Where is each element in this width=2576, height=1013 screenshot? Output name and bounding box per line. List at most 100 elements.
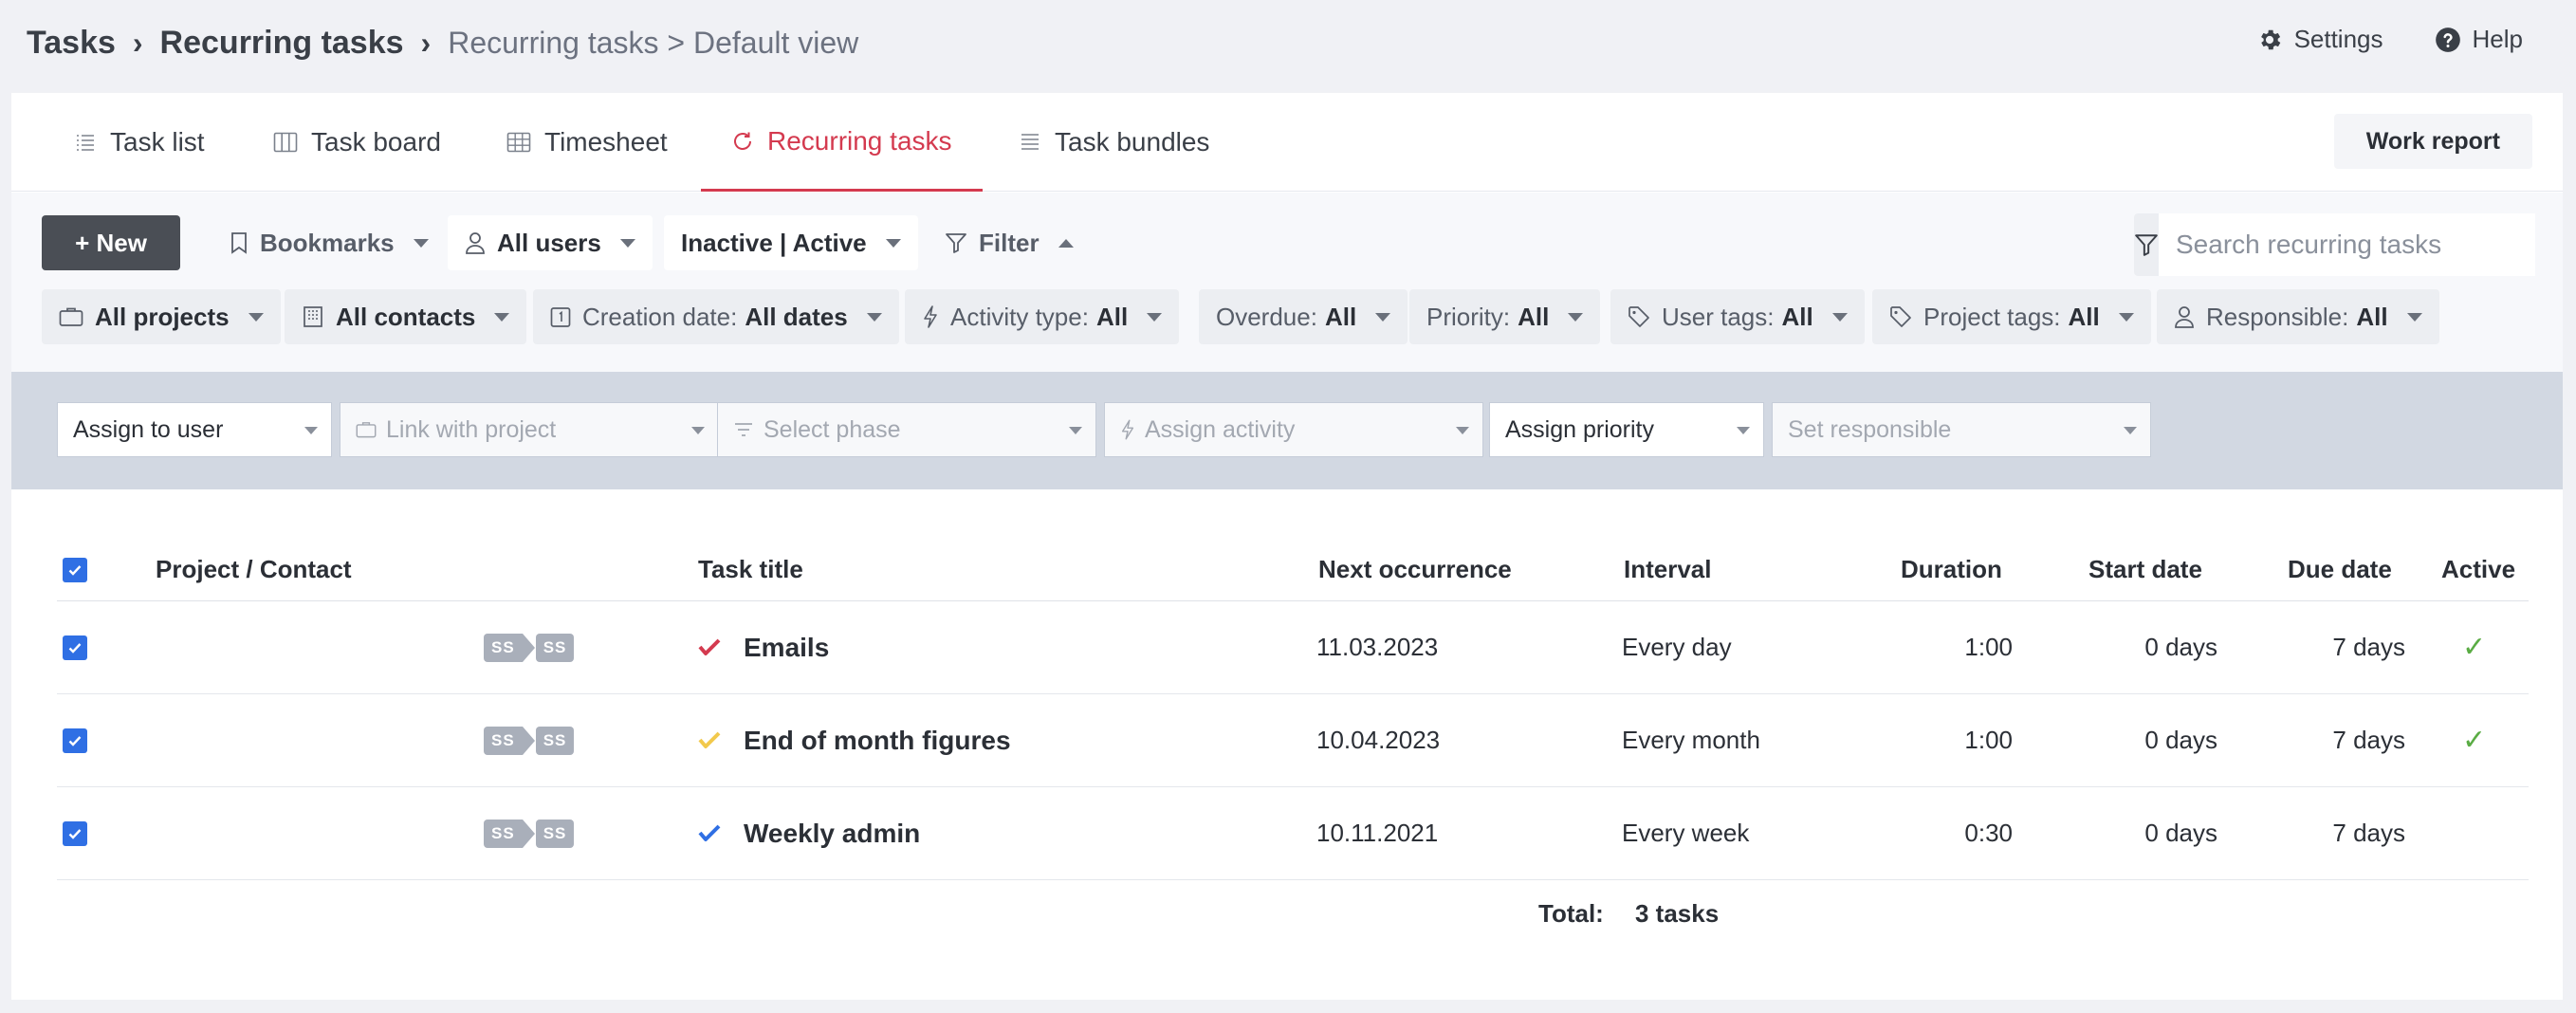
header-next-occurrence[interactable]: Next occurrence	[1318, 539, 1512, 600]
due-date: 7 days	[2332, 633, 2405, 661]
creation-date-value: All dates	[745, 302, 848, 331]
settings-label: Settings	[2293, 25, 2383, 53]
table-row[interactable]: SS SS Emails 11.03.2023 Every day 1:00 0…	[57, 601, 2529, 694]
chevron-down-icon	[1456, 427, 1469, 434]
activity-type-value: All	[1095, 302, 1129, 331]
breadcrumb-recurring-tasks[interactable]: Recurring tasks	[160, 25, 404, 62]
table-row[interactable]: SS SS Weekly admin 10.11.2021 Every week…	[57, 787, 2529, 880]
user-badge: SS	[484, 633, 535, 662]
assign-priority-select[interactable]: Assign priority	[1489, 402, 1764, 457]
header-task-title[interactable]: Task title	[698, 539, 803, 600]
lightning-icon	[1120, 419, 1135, 440]
duration: 1:00	[1964, 633, 2013, 661]
contacts-filter-value: All contacts	[336, 302, 476, 331]
briefcase-icon	[59, 306, 83, 327]
responsible-filter[interactable]: Responsible: All	[2157, 289, 2439, 344]
projects-filter[interactable]: All projects	[42, 289, 281, 344]
status-value: Inactive | Active	[681, 228, 867, 257]
checkbox[interactable]	[63, 557, 87, 582]
task-title-cell[interactable]: Weekly admin	[698, 787, 920, 879]
creation-date-filter[interactable]: Creation date: All dates	[533, 289, 899, 344]
breadcrumb-tasks[interactable]: Tasks	[27, 25, 116, 62]
total-value: 3 tasks	[1635, 898, 1720, 928]
row-checkbox[interactable]	[63, 728, 87, 753]
user-icon	[2174, 305, 2195, 328]
overdue-filter[interactable]: Overdue: All	[1199, 289, 1408, 344]
search-input[interactable]	[2159, 213, 2535, 276]
work-report-button[interactable]: Work report	[2333, 114, 2532, 169]
user-tags-filter[interactable]: User tags: All	[1610, 289, 1865, 344]
priority-filter[interactable]: Priority: All	[1409, 289, 1601, 344]
project-tags-filter[interactable]: Project tags: All	[1872, 289, 2151, 344]
help-link[interactable]: Help	[2435, 25, 2523, 54]
bookmarks-dropdown[interactable]: Bookmarks	[212, 215, 446, 270]
search-filter-button[interactable]	[2134, 213, 2159, 276]
tab-bar: Task list Task board Timesheet Recurring…	[11, 93, 2563, 192]
user-badge: SS	[535, 819, 575, 848]
row-checkbox[interactable]	[63, 635, 87, 660]
user-badges: SS SS	[484, 694, 575, 786]
link-project-select[interactable]: Link with project	[340, 402, 719, 457]
chevron-down-icon	[1375, 312, 1391, 322]
assign-user-select[interactable]: Assign to user	[57, 402, 332, 457]
header-duration[interactable]: Duration	[1901, 539, 2002, 600]
table-row[interactable]: SS SS End of month figures 10.04.2023 Ev…	[57, 694, 2529, 787]
row-checkbox[interactable]	[63, 820, 87, 846]
user-tags-value: All	[1781, 302, 1813, 331]
chevron-down-icon	[866, 312, 882, 322]
user-badges: SS SS	[484, 787, 575, 879]
interval: Every week	[1622, 819, 1750, 847]
task-title-cell[interactable]: Emails	[698, 601, 829, 693]
assign-activity-select[interactable]: Assign activity	[1104, 402, 1483, 457]
activity-type-filter[interactable]: Activity type: All	[905, 289, 1180, 344]
select-phase-select[interactable]: Select phase	[717, 402, 1096, 457]
header-due-date[interactable]: Due date	[2288, 539, 2392, 600]
creation-date-label: Creation date:	[582, 302, 738, 331]
task-title-cell[interactable]: End of month figures	[698, 694, 1011, 786]
header-start-date[interactable]: Start date	[2088, 539, 2202, 600]
tab-label: Timesheet	[544, 127, 668, 157]
status-dropdown[interactable]: Inactive | Active	[664, 215, 918, 270]
task-title[interactable]: End of month figures	[744, 726, 1011, 756]
start-date: 0 days	[2144, 726, 2217, 754]
header-project[interactable]: Project / Contact	[156, 539, 352, 600]
interval: Every month	[1622, 726, 1760, 754]
tab-task-bundles[interactable]: Task bundles	[1019, 93, 1209, 192]
task-title[interactable]: Weekly admin	[744, 819, 920, 849]
interval: Every day	[1622, 633, 1732, 661]
bookmarks-label: Bookmarks	[260, 228, 395, 257]
tab-recurring-tasks[interactable]: Recurring tasks	[701, 93, 983, 192]
phase-icon	[733, 420, 754, 439]
settings-link[interactable]: Settings	[2256, 25, 2383, 54]
toolbar: + New Bookmarks All users Inactive | Act…	[11, 193, 2563, 372]
header-interval[interactable]: Interval	[1624, 539, 1712, 600]
priority-check-icon	[698, 731, 721, 750]
contacts-filter[interactable]: All contacts	[285, 289, 527, 344]
start-date: 0 days	[2144, 819, 2217, 847]
recurring-icon	[731, 130, 754, 153]
table-header: Project / Contact Task title Next occurr…	[57, 539, 2529, 601]
gear-icon	[2256, 27, 2283, 53]
tab-task-board[interactable]: Task board	[273, 93, 441, 192]
select-all-checkbox[interactable]	[63, 539, 87, 600]
assign-priority-label: Assign priority	[1505, 415, 1654, 443]
task-title[interactable]: Emails	[744, 633, 829, 663]
tab-timesheet[interactable]: Timesheet	[506, 93, 668, 192]
total-label: Total:	[1538, 898, 1604, 928]
breadcrumb: Tasks › Recurring tasks › Recurring task…	[27, 25, 858, 62]
active-check-icon: ✓	[2462, 632, 2487, 663]
header-active[interactable]: Active	[2441, 539, 2515, 600]
filter-toggle[interactable]: Filter	[928, 215, 1091, 270]
building-icon	[302, 305, 324, 328]
user-badge: SS	[484, 726, 535, 755]
chevron-down-icon	[1831, 312, 1848, 322]
user-badge: SS	[535, 726, 575, 755]
responsible-label: Responsible:	[2206, 302, 2349, 331]
set-responsible-select[interactable]: Set responsible	[1772, 402, 2151, 457]
tab-task-list[interactable]: Task list	[74, 93, 205, 192]
chevron-down-icon	[1568, 312, 1584, 322]
user-badge: SS	[484, 819, 535, 848]
new-button[interactable]: + New	[42, 215, 180, 270]
due-date: 7 days	[2332, 819, 2405, 847]
users-dropdown[interactable]: All users	[448, 215, 653, 270]
